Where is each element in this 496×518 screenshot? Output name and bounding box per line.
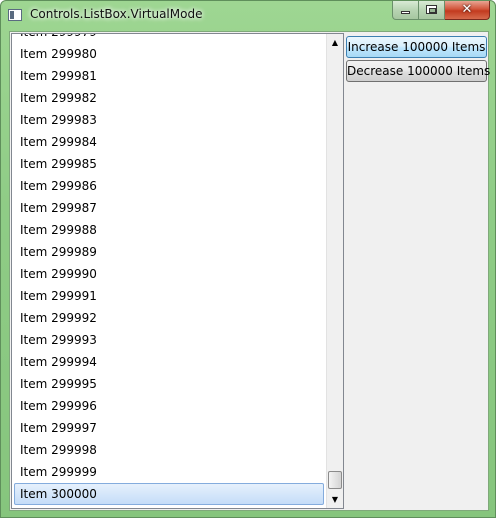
list-item[interactable]: Item 299982 [14,87,324,109]
list-item[interactable]: Item 299989 [14,241,324,263]
scroll-down-arrow-icon[interactable]: ▼ [327,491,343,508]
listbox-viewport: Item 299979 Item 299980 Item 299981 Item… [12,34,326,508]
list-item[interactable]: Item 299997 [14,417,324,439]
window-app-icon[interactable] [8,9,22,21]
list-item[interactable]: Item 299983 [14,109,324,131]
list-item[interactable]: Item 299998 [14,439,324,461]
title-bar[interactable]: Controls.ListBox.VirtualMode ✕ [1,1,495,31]
listbox-items: Item 299979 Item 299980 Item 299981 Item… [14,34,324,505]
list-item[interactable]: Item 299987 [14,197,324,219]
scrollbar-thumb[interactable] [328,471,342,489]
list-item[interactable]: Item 299979 [14,34,324,43]
list-item[interactable]: Item 299984 [14,131,324,153]
list-item[interactable]: Item 299994 [14,351,324,373]
list-item[interactable]: Item 299980 [14,43,324,65]
list-item[interactable]: Item 299991 [14,285,324,307]
list-item[interactable]: Item 299986 [14,175,324,197]
minimize-button[interactable] [392,1,419,20]
list-item[interactable]: Item 299988 [14,219,324,241]
increase-items-button[interactable]: Increase 100000 Items [346,36,487,58]
client-area: Item 299979 Item 299980 Item 299981 Item… [9,31,490,511]
close-button[interactable]: ✕ [445,1,490,20]
list-item[interactable]: Item 299993 [14,329,324,351]
vertical-scrollbar[interactable]: ▲ ▼ [326,34,343,508]
list-item[interactable]: Item 299999 [14,461,324,483]
window-title: Controls.ListBox.VirtualMode [30,7,203,21]
close-icon: ✕ [461,2,473,17]
scroll-up-arrow-icon[interactable]: ▲ [327,34,343,51]
app-window: Controls.ListBox.VirtualMode ✕ Item 2999… [0,0,496,518]
list-item[interactable]: Item 299981 [14,65,324,87]
list-item[interactable]: Item 299996 [14,395,324,417]
decrease-items-button[interactable]: Decrease 100000 Items [346,60,490,82]
list-item-selected[interactable]: Item 300000 [14,483,324,505]
virtual-listbox[interactable]: Item 299979 Item 299980 Item 299981 Item… [11,33,344,509]
caption-buttons: ✕ [392,1,490,20]
minimize-icon [401,11,410,14]
list-item[interactable]: Item 299992 [14,307,324,329]
maximize-button[interactable] [419,1,445,20]
list-item[interactable]: Item 299990 [14,263,324,285]
list-item[interactable]: Item 299985 [14,153,324,175]
list-item[interactable]: Item 299995 [14,373,324,395]
maximize-icon [426,5,437,14]
